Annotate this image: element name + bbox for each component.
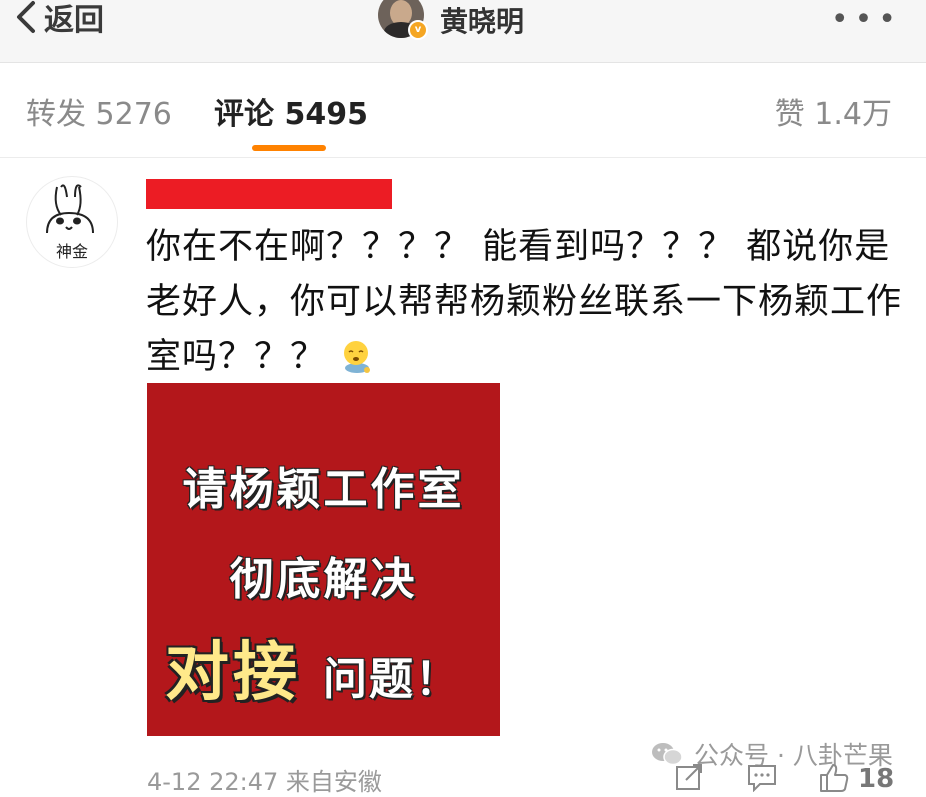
avatar-text: 神金	[56, 242, 88, 261]
image-line-1: 请杨颖工作室	[182, 464, 465, 515]
avatar[interactable]: v	[378, 0, 428, 40]
back-label: 返回	[44, 3, 104, 38]
like-button[interactable]: 18	[818, 762, 894, 796]
profile-name: 黄晓明	[440, 5, 525, 38]
comment-text: 你在不在啊？？？？ 能看到吗？？？ 都说你是老好人，你可以帮帮杨颖粉丝联系一下杨…	[146, 220, 906, 385]
image-line-3-small: 问题！	[323, 654, 461, 705]
more-icon[interactable]: •••	[831, 2, 902, 37]
comment-image[interactable]: 请杨颖工作室 彻底解决 对接 问题！	[147, 383, 500, 736]
verified-badge-icon: v	[408, 20, 428, 40]
back-button[interactable]: 返回	[14, 0, 104, 38]
tab-bar: 转发 5276 评论 5495 赞 1.4万	[0, 63, 926, 158]
like-count: 18	[858, 764, 895, 794]
chevron-left-icon	[14, 0, 38, 34]
tab-comment[interactable]: 评论 5495	[214, 89, 368, 133]
commenter-name-redacted[interactable]	[146, 179, 392, 209]
comment-actions: 18	[0, 756, 926, 794]
image-line-3: 对接 问题！	[165, 621, 461, 713]
tab-like[interactable]: 赞 1.4万	[775, 89, 892, 133]
tab-repost[interactable]: 转发 5276	[26, 89, 172, 133]
image-line-2: 彻底解决	[229, 554, 418, 605]
image-line-3-big: 对接	[165, 636, 301, 710]
comment-body: 你在不在啊？？？？ 能看到吗？？？ 都说你是老好人，你可以帮帮杨颖粉丝联系一下杨…	[146, 227, 903, 377]
comment-icon[interactable]	[746, 762, 778, 796]
commenter-avatar[interactable]: 神金	[26, 176, 118, 268]
share-icon[interactable]	[674, 762, 704, 796]
top-nav-bar: 返回 v 黄晓明 •••	[0, 0, 926, 63]
sleepy-face-emoji-icon	[340, 336, 374, 373]
thumbs-up-icon	[818, 762, 850, 796]
active-tab-indicator	[252, 145, 326, 151]
profile-header[interactable]: v 黄晓明	[378, 0, 524, 40]
